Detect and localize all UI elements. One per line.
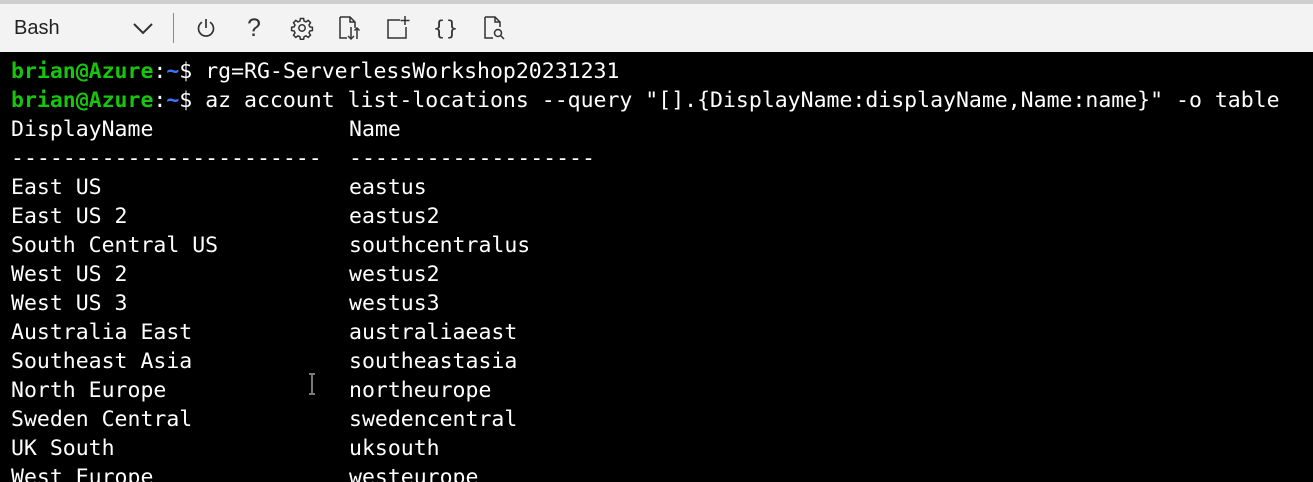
table-row: Southeast Asia southeastasia bbox=[11, 347, 1313, 376]
row-displayname: Australia East bbox=[11, 320, 193, 345]
web-preview-icon bbox=[482, 15, 506, 41]
table-row: East US eastus bbox=[11, 173, 1313, 202]
row-displayname: Southeast Asia bbox=[11, 349, 193, 374]
separator-name: ------------------- bbox=[349, 146, 595, 171]
prompt-symbol: $ bbox=[179, 88, 193, 113]
toolbar-divider bbox=[173, 13, 174, 43]
shell-type-select[interactable]: Bash bbox=[0, 4, 166, 52]
command-text: az account list-locations --query "[].{D… bbox=[205, 88, 1280, 113]
prompt-user: brian@Azure bbox=[11, 88, 154, 113]
table-row: UK South uksouth bbox=[11, 434, 1313, 463]
row-displayname: East US bbox=[11, 175, 102, 200]
row-name: australiaeast bbox=[349, 320, 518, 345]
settings-button[interactable] bbox=[282, 4, 322, 52]
row-displayname: Sweden Central bbox=[11, 407, 193, 432]
web-preview-button[interactable] bbox=[474, 4, 514, 52]
table-row: South Central US southcentralus bbox=[11, 231, 1313, 260]
row-name: westus3 bbox=[349, 291, 440, 316]
header-name: Name bbox=[349, 117, 401, 142]
command-line: brian@Azure:~$ rg=RG-ServerlessWorkshop2… bbox=[11, 57, 1313, 86]
command-text: rg=RG-ServerlessWorkshop20231231 bbox=[205, 59, 620, 84]
row-displayname: South Central US bbox=[11, 233, 219, 258]
editor-button[interactable]: {} bbox=[426, 4, 466, 52]
prompt-separator: : bbox=[153, 88, 167, 113]
row-name: westeurope bbox=[349, 465, 479, 482]
table-row: West Europe westeurope bbox=[11, 463, 1313, 482]
upload-download-icon bbox=[337, 15, 361, 41]
prompt-directory: ~ bbox=[166, 59, 180, 84]
braces-icon: {} bbox=[432, 16, 460, 40]
row-name: westus2 bbox=[349, 262, 440, 287]
help-button[interactable]: ? bbox=[234, 4, 274, 52]
shell-type-label: Bash bbox=[14, 16, 60, 39]
row-displayname: West Europe bbox=[11, 465, 154, 482]
row-name: northeurope bbox=[349, 378, 492, 403]
table-row: West US 3 westus3 bbox=[11, 289, 1313, 318]
command-line: brian@Azure:~$ az account list-locations… bbox=[11, 86, 1313, 115]
power-icon bbox=[195, 17, 217, 39]
table-header: DisplayName Name bbox=[11, 115, 1313, 144]
new-session-button[interactable] bbox=[378, 4, 418, 52]
restart-button[interactable] bbox=[186, 4, 226, 52]
table-row: North Europe northeurope bbox=[11, 376, 1313, 405]
table-row: West US 2 westus2 bbox=[11, 260, 1313, 289]
prompt-user: brian@Azure bbox=[11, 59, 154, 84]
row-name: swedencentral bbox=[349, 407, 518, 432]
row-name: eastus2 bbox=[349, 204, 440, 229]
gear-icon bbox=[290, 16, 314, 40]
row-displayname: UK South bbox=[11, 436, 115, 461]
help-icon: ? bbox=[247, 13, 261, 42]
new-session-icon bbox=[385, 15, 411, 41]
row-name: eastus bbox=[349, 175, 427, 200]
table-row: Australia East australiaeast bbox=[11, 318, 1313, 347]
row-displayname: West US 3 bbox=[11, 291, 128, 316]
table-row: East US 2 eastus2 bbox=[11, 202, 1313, 231]
terminal-output[interactable]: brian@Azure:~$ rg=RG-ServerlessWorkshop2… bbox=[0, 52, 1313, 482]
prompt-separator: : bbox=[153, 59, 167, 84]
row-displayname: West US 2 bbox=[11, 262, 128, 287]
separator-displayname: ------------------------ bbox=[11, 146, 322, 171]
prompt-directory: ~ bbox=[166, 88, 180, 113]
header-displayname: DisplayName bbox=[11, 117, 154, 142]
upload-download-button[interactable] bbox=[329, 4, 369, 52]
row-name: southcentralus bbox=[349, 233, 531, 258]
table-row: Sweden Central swedencentral bbox=[11, 405, 1313, 434]
cloud-shell-toolbar: Bash ? {} bbox=[0, 4, 1313, 52]
chevron-down-icon bbox=[132, 21, 154, 35]
cloud-shell-window: Bash ? {} brian@Azure:~$ rg=RG-Serverles… bbox=[0, 0, 1313, 482]
table-separator: ------------------------ ----------------… bbox=[11, 144, 1313, 173]
text-cursor-icon bbox=[307, 373, 317, 395]
prompt-symbol: $ bbox=[179, 59, 193, 84]
row-displayname: North Europe bbox=[11, 378, 167, 403]
row-name: southeastasia bbox=[349, 349, 518, 374]
row-name: uksouth bbox=[349, 436, 440, 461]
row-displayname: East US 2 bbox=[11, 204, 128, 229]
